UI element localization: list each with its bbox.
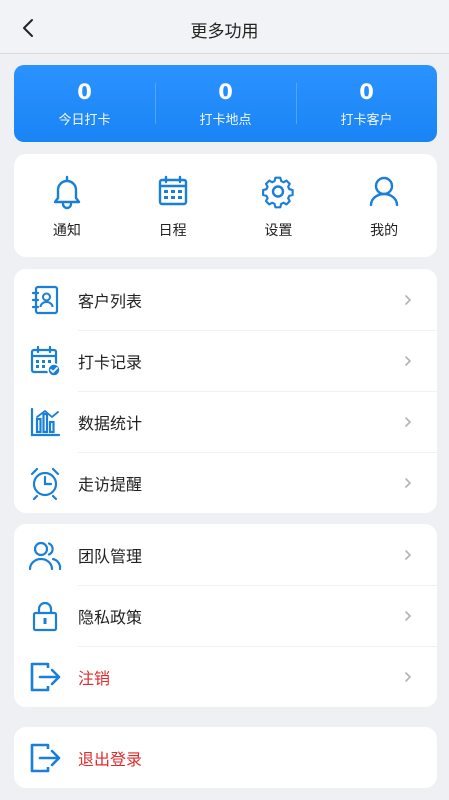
menu-item-customer-list[interactable]: 客户列表 <box>14 269 437 330</box>
bell-icon <box>53 175 81 210</box>
quick-action-label: 我的 <box>370 223 399 239</box>
chevron-right-icon <box>405 671 412 682</box>
logout-button[interactable]: 退出登录 <box>14 727 437 788</box>
stat-value: 0 <box>359 80 374 104</box>
calendar-icon <box>158 175 187 206</box>
menu-item-deregister[interactable]: 注销 <box>14 646 437 707</box>
quick-action-notifications[interactable]: 通知 <box>14 172 120 257</box>
alarm-clock-icon <box>30 467 60 500</box>
menu-item-visit-reminder[interactable]: 走访提醒 <box>14 452 437 513</box>
stat-label: 今日打卡 <box>58 113 111 128</box>
chevron-right-icon <box>405 549 412 560</box>
page-title: 更多功用 <box>190 22 259 42</box>
quick-action-label: 日程 <box>158 223 187 239</box>
stat-value: 0 <box>77 80 92 104</box>
quick-actions: 通知 日程 设置 我的 <box>14 154 437 257</box>
lock-icon <box>32 601 58 631</box>
menu-item-checkin-records[interactable]: 打卡记录 <box>14 330 437 391</box>
stat-today-checkin[interactable]: 0 今日打卡 <box>14 79 155 128</box>
calendar-check-icon <box>30 345 61 377</box>
menu-item-label: 隐私政策 <box>78 607 143 627</box>
menu-item-label: 走访提醒 <box>78 474 143 494</box>
quick-action-settings[interactable]: 设置 <box>226 172 332 257</box>
stat-value: 0 <box>218 80 233 104</box>
stat-checkin-customers[interactable]: 0 打卡客户 <box>296 79 437 128</box>
quick-action-label: 通知 <box>52 223 81 239</box>
stat-label: 打卡客户 <box>340 113 393 128</box>
menu-group-main: 客户列表 打卡记录 数据统计 走访提醒 <box>14 269 437 513</box>
menu-item-label: 客户列表 <box>78 291 143 311</box>
user-icon <box>369 176 399 207</box>
menu-item-label: 注销 <box>78 668 111 688</box>
stats-card: 0 今日打卡 0 打卡地点 0 打卡客户 <box>14 65 437 142</box>
gear-icon <box>262 176 295 209</box>
bar-chart-icon <box>30 407 61 436</box>
logout-card: 退出登录 <box>14 727 437 788</box>
menu-item-label: 数据统计 <box>78 413 143 433</box>
menu-item-privacy-policy[interactable]: 隐私政策 <box>14 585 437 646</box>
menu-item-team-management[interactable]: 团队管理 <box>14 524 437 585</box>
menu-group-account: 团队管理 隐私政策 注销 <box>14 524 437 707</box>
menu-item-label: 团队管理 <box>78 546 143 566</box>
chevron-right-icon <box>405 294 412 305</box>
menu-item-statistics[interactable]: 数据统计 <box>14 391 437 452</box>
team-icon <box>28 541 62 570</box>
stat-label: 打卡地点 <box>199 113 252 128</box>
chevron-right-icon <box>405 355 412 366</box>
chevron-right-icon <box>405 416 412 427</box>
contacts-book-icon <box>31 285 59 314</box>
quick-action-mine[interactable]: 我的 <box>331 172 437 257</box>
logout-label: 退出登录 <box>78 749 143 769</box>
exit-icon <box>30 743 61 772</box>
quick-action-schedule[interactable]: 日程 <box>120 172 226 257</box>
quick-action-label: 设置 <box>264 223 293 239</box>
exit-icon <box>30 662 61 691</box>
chevron-right-icon <box>405 477 412 488</box>
menu-item-label: 打卡记录 <box>78 352 143 372</box>
top-bar: 更多功用 <box>0 0 449 54</box>
stat-checkin-locations[interactable]: 0 打卡地点 <box>155 79 296 128</box>
chevron-right-icon <box>405 610 412 621</box>
